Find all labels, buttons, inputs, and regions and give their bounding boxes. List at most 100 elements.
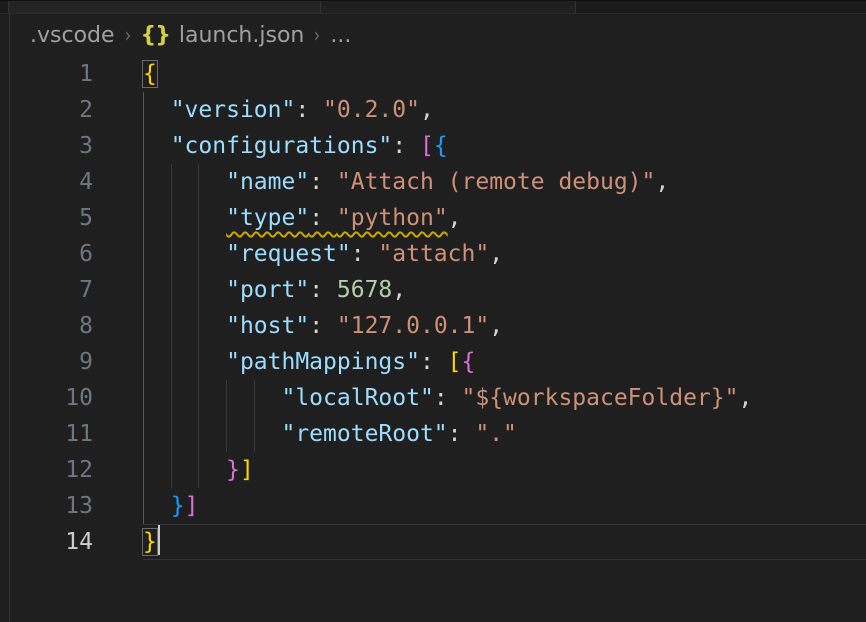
token: [: [448, 349, 462, 375]
code-area: 1{2 "version": "0.2.0",3 "configurations…: [10, 56, 866, 622]
token: [143, 205, 226, 231]
token: {: [434, 133, 448, 159]
line-number[interactable]: 3: [10, 128, 143, 164]
token: "type": [226, 205, 309, 231]
code-text: "version": "0.2.0",: [143, 97, 434, 123]
breadcrumb-folder[interactable]: .vscode: [30, 23, 115, 48]
code-line[interactable]: 10 "localRoot": "${workspaceFolder}",: [10, 380, 866, 416]
token: :: [420, 349, 448, 375]
token: [143, 169, 226, 195]
token: :: [309, 277, 337, 303]
token: :: [295, 97, 323, 123]
editor-group-edge: [0, 1, 9, 13]
code-line-content: "request": "attach",: [143, 236, 866, 272]
token: ,: [489, 313, 503, 339]
breadcrumb: .vscode › {} launch.json › ...: [10, 14, 866, 56]
token: ]: [185, 493, 199, 519]
code-line[interactable]: 6 "request": "attach",: [10, 236, 866, 272]
tab-partial-1[interactable]: [9, 1, 321, 13]
code-line[interactable]: 8 "host": "127.0.0.1",: [10, 308, 866, 344]
token: "pathMappings": [226, 349, 420, 375]
line-number[interactable]: 11: [10, 416, 143, 452]
code-line[interactable]: 2 "version": "0.2.0",: [10, 92, 866, 128]
code-text: "port": 5678,: [143, 277, 406, 303]
line-number[interactable]: 8: [10, 308, 143, 344]
token: }: [171, 493, 185, 519]
line-number[interactable]: 1: [10, 56, 143, 92]
code-line[interactable]: 3 "configurations": [{: [10, 128, 866, 164]
code-line-content: "port": 5678,: [143, 272, 866, 308]
token: :: [309, 205, 337, 231]
token: "localRoot": [281, 385, 433, 411]
code-text: }]: [143, 493, 198, 519]
code-line-content: "pathMappings": [{: [143, 344, 866, 380]
token: :: [309, 313, 337, 339]
code-text: "host": "127.0.0.1",: [143, 313, 503, 339]
token: ,: [489, 241, 503, 267]
code-text: }]: [143, 457, 254, 483]
code-line-content: "name": "Attach (remote debug)",: [143, 164, 866, 200]
chevron-right-icon: ›: [124, 23, 130, 47]
token: "remoteRoot": [281, 421, 447, 447]
code-line-content: }]: [143, 452, 866, 488]
line-number[interactable]: 2: [10, 92, 143, 128]
code-line[interactable]: 13 }]: [10, 488, 866, 524]
code-text: "configurations": [{: [143, 133, 448, 159]
line-number[interactable]: 14: [10, 524, 143, 560]
line-number[interactable]: 5: [10, 200, 143, 236]
line-number[interactable]: 4: [10, 164, 143, 200]
token: "version": [171, 97, 296, 123]
json-braces-icon: {}: [141, 23, 170, 48]
code-line-content: "configurations": [{: [143, 128, 866, 164]
token: ,: [420, 97, 434, 123]
token: "request": [226, 241, 351, 267]
code-line[interactable]: 11 "remoteRoot": ".": [10, 416, 866, 452]
code-line[interactable]: 7 "port": 5678,: [10, 272, 866, 308]
breadcrumb-symbol-placeholder[interactable]: ...: [330, 23, 351, 48]
token: "configurations": [171, 133, 393, 159]
token: [143, 313, 226, 339]
code-text: "name": "Attach (remote debug)",: [143, 169, 669, 195]
token: [: [420, 133, 434, 159]
token: "python": [337, 205, 448, 231]
code-text: "remoteRoot": ".": [143, 421, 517, 447]
token: [143, 133, 171, 159]
code-line-content: "type": "python",: [143, 200, 866, 236]
token: :: [392, 133, 420, 159]
code-line-content: }: [143, 524, 866, 560]
code-line[interactable]: 14}: [10, 524, 866, 560]
token: "host": [226, 313, 309, 339]
code-line[interactable]: 9 "pathMappings": [{: [10, 344, 866, 380]
line-number[interactable]: 7: [10, 272, 143, 308]
token: "port": [226, 277, 309, 303]
code-text: "pathMappings": [{: [143, 349, 475, 375]
line-number[interactable]: 9: [10, 344, 143, 380]
token: [143, 349, 226, 375]
code-text: "type": "python",: [143, 205, 462, 231]
text-cursor: [158, 525, 160, 555]
token: "127.0.0.1": [337, 313, 489, 339]
token: [143, 421, 281, 447]
token: :: [448, 421, 476, 447]
tab-partial-2[interactable]: [321, 1, 576, 13]
token: ".": [475, 421, 517, 447]
token: :: [351, 241, 379, 267]
tab-bar: [0, 0, 866, 14]
token: [143, 97, 171, 123]
line-number[interactable]: 12: [10, 452, 143, 488]
token: ,: [738, 385, 752, 411]
line-number[interactable]: 13: [10, 488, 143, 524]
token: "${workspaceFolder}": [462, 385, 739, 411]
line-number[interactable]: 10: [10, 380, 143, 416]
token: [143, 457, 226, 483]
code-line[interactable]: 4 "name": "Attach (remote debug)",: [10, 164, 866, 200]
code-line[interactable]: 12 }]: [10, 452, 866, 488]
code-line[interactable]: 1{: [10, 56, 866, 92]
token: ]: [240, 457, 254, 483]
breadcrumb-file[interactable]: launch.json: [179, 23, 305, 48]
line-number[interactable]: 6: [10, 236, 143, 272]
code-text: {: [143, 61, 157, 87]
code-text: "request": "attach",: [143, 241, 503, 267]
code-line[interactable]: 5 "type": "python",: [10, 200, 866, 236]
chevron-right-icon: ›: [314, 23, 320, 47]
